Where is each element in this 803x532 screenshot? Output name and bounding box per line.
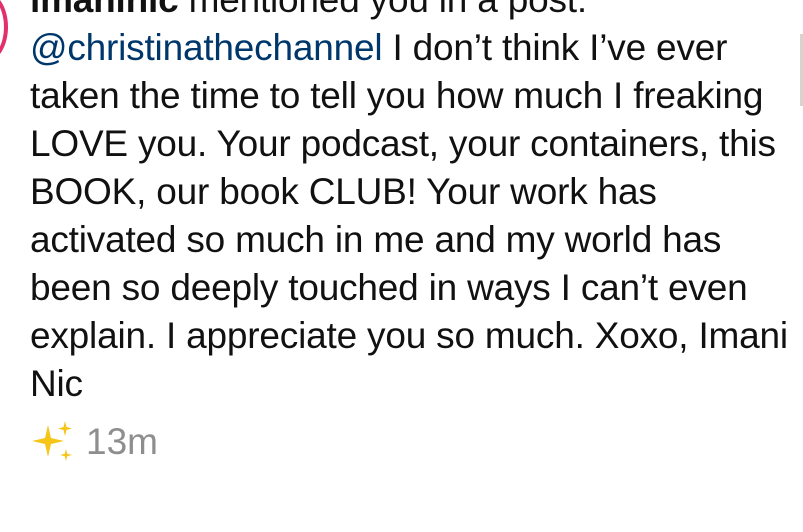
mention-notification[interactable]: imaninic mentioned you in a post: @chris… <box>30 0 790 466</box>
sparkles-icon <box>32 421 72 461</box>
notification-action: mentioned you in a post: <box>179 0 588 20</box>
notification-text: imaninic mentioned you in a post: @chris… <box>30 0 790 408</box>
message-text: I don’t think I’ve ever taken the time t… <box>30 27 788 404</box>
timestamp: 13m <box>86 421 158 462</box>
notification-meta: 13m <box>30 418 790 466</box>
username-link[interactable]: imaninic <box>30 0 179 20</box>
mention-link[interactable]: @christinathechannel <box>30 27 383 68</box>
avatar-story-ring[interactable] <box>0 0 8 62</box>
